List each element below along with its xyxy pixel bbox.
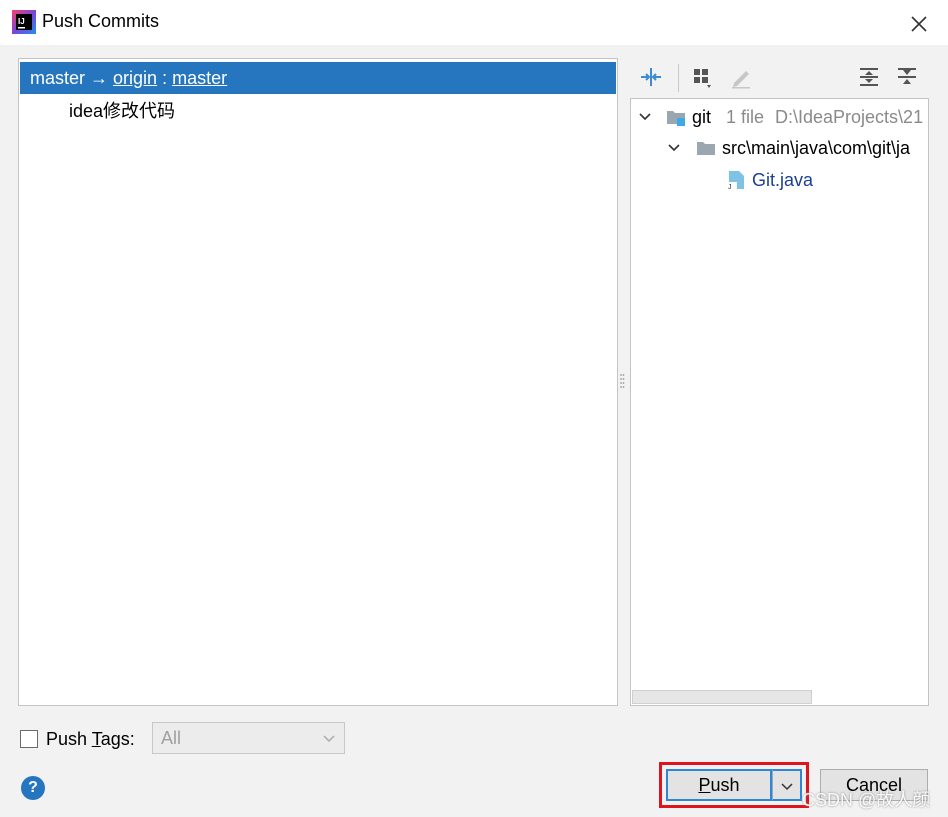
root-name: git bbox=[692, 107, 712, 127]
edit-icon[interactable] bbox=[728, 64, 754, 90]
push-tags-checkbox[interactable] bbox=[20, 730, 38, 748]
group-by-icon[interactable] bbox=[690, 64, 716, 90]
expand-diff-icon[interactable] bbox=[638, 64, 664, 90]
changes-tree: git 1 file D:\IdeaProjects\21 src\main\j… bbox=[630, 98, 929, 706]
push-label-mnemonic: P bbox=[698, 775, 711, 795]
commits-panel: master → origin : master idea修改代码 bbox=[18, 58, 618, 706]
chevron-down-icon bbox=[323, 735, 335, 743]
folder-icon bbox=[697, 142, 715, 155]
push-tags-label-suffix: ags: bbox=[100, 728, 135, 749]
tree-row-root[interactable]: git 1 file D:\IdeaProjects\21 bbox=[631, 103, 928, 131]
window-title: Push Commits bbox=[42, 11, 160, 31]
folder-name: src\main\java\com\git\ja bbox=[722, 138, 911, 158]
push-tags-label-prefix: Push bbox=[46, 728, 92, 749]
title-bar: IJ Push Commits bbox=[0, 0, 948, 45]
push-tags-label: Push Tags: bbox=[46, 729, 135, 750]
push-tags-label-mnemonic: T bbox=[91, 728, 101, 749]
close-icon[interactable] bbox=[905, 10, 933, 38]
commit-item[interactable]: idea修改代码 bbox=[69, 97, 175, 125]
push-tags-option[interactable]: Push Tags: bbox=[20, 726, 135, 752]
collapse-all-icon[interactable] bbox=[894, 64, 920, 90]
watermark: CSDN @故人颜 bbox=[802, 790, 931, 810]
push-label-rest: ush bbox=[710, 775, 740, 795]
branch-separator: : bbox=[162, 68, 168, 88]
branch-row[interactable]: master → origin : master bbox=[20, 62, 616, 94]
chevron-down-icon[interactable] bbox=[638, 110, 652, 124]
chevron-down-icon bbox=[781, 783, 793, 791]
changes-toolbar bbox=[630, 58, 930, 98]
tree-row-file[interactable]: J Git.java bbox=[631, 166, 928, 194]
intellij-logo-icon: IJ bbox=[12, 10, 36, 34]
svg-text:J: J bbox=[728, 184, 732, 190]
remote-link[interactable]: origin bbox=[113, 68, 157, 88]
module-folder-icon bbox=[667, 111, 685, 126]
splitter-handle[interactable] bbox=[619, 372, 625, 392]
java-file-icon: J bbox=[727, 171, 744, 190]
help-button[interactable]: ? bbox=[21, 776, 45, 800]
root-count: 1 file bbox=[726, 107, 765, 127]
svg-text:IJ: IJ bbox=[18, 17, 25, 26]
remote-branch-link[interactable]: master bbox=[172, 68, 227, 88]
tags-select[interactable]: All bbox=[152, 722, 345, 754]
push-dropdown-button[interactable] bbox=[772, 769, 802, 801]
expand-all-icon[interactable] bbox=[856, 64, 882, 90]
tree-row-folder[interactable]: src\main\java\com\git\ja bbox=[631, 134, 928, 162]
local-branch: master bbox=[30, 68, 86, 88]
file-name: Git.java bbox=[752, 170, 814, 190]
toolbar-separator bbox=[678, 64, 679, 92]
arrow-icon: → bbox=[90, 68, 109, 88]
chevron-down-icon[interactable] bbox=[667, 141, 681, 155]
horizontal-scrollbar[interactable] bbox=[632, 690, 812, 704]
tags-select-value: All bbox=[161, 728, 182, 748]
root-path: D:\IdeaProjects\21 bbox=[775, 107, 924, 127]
push-button[interactable]: Push bbox=[666, 769, 772, 801]
